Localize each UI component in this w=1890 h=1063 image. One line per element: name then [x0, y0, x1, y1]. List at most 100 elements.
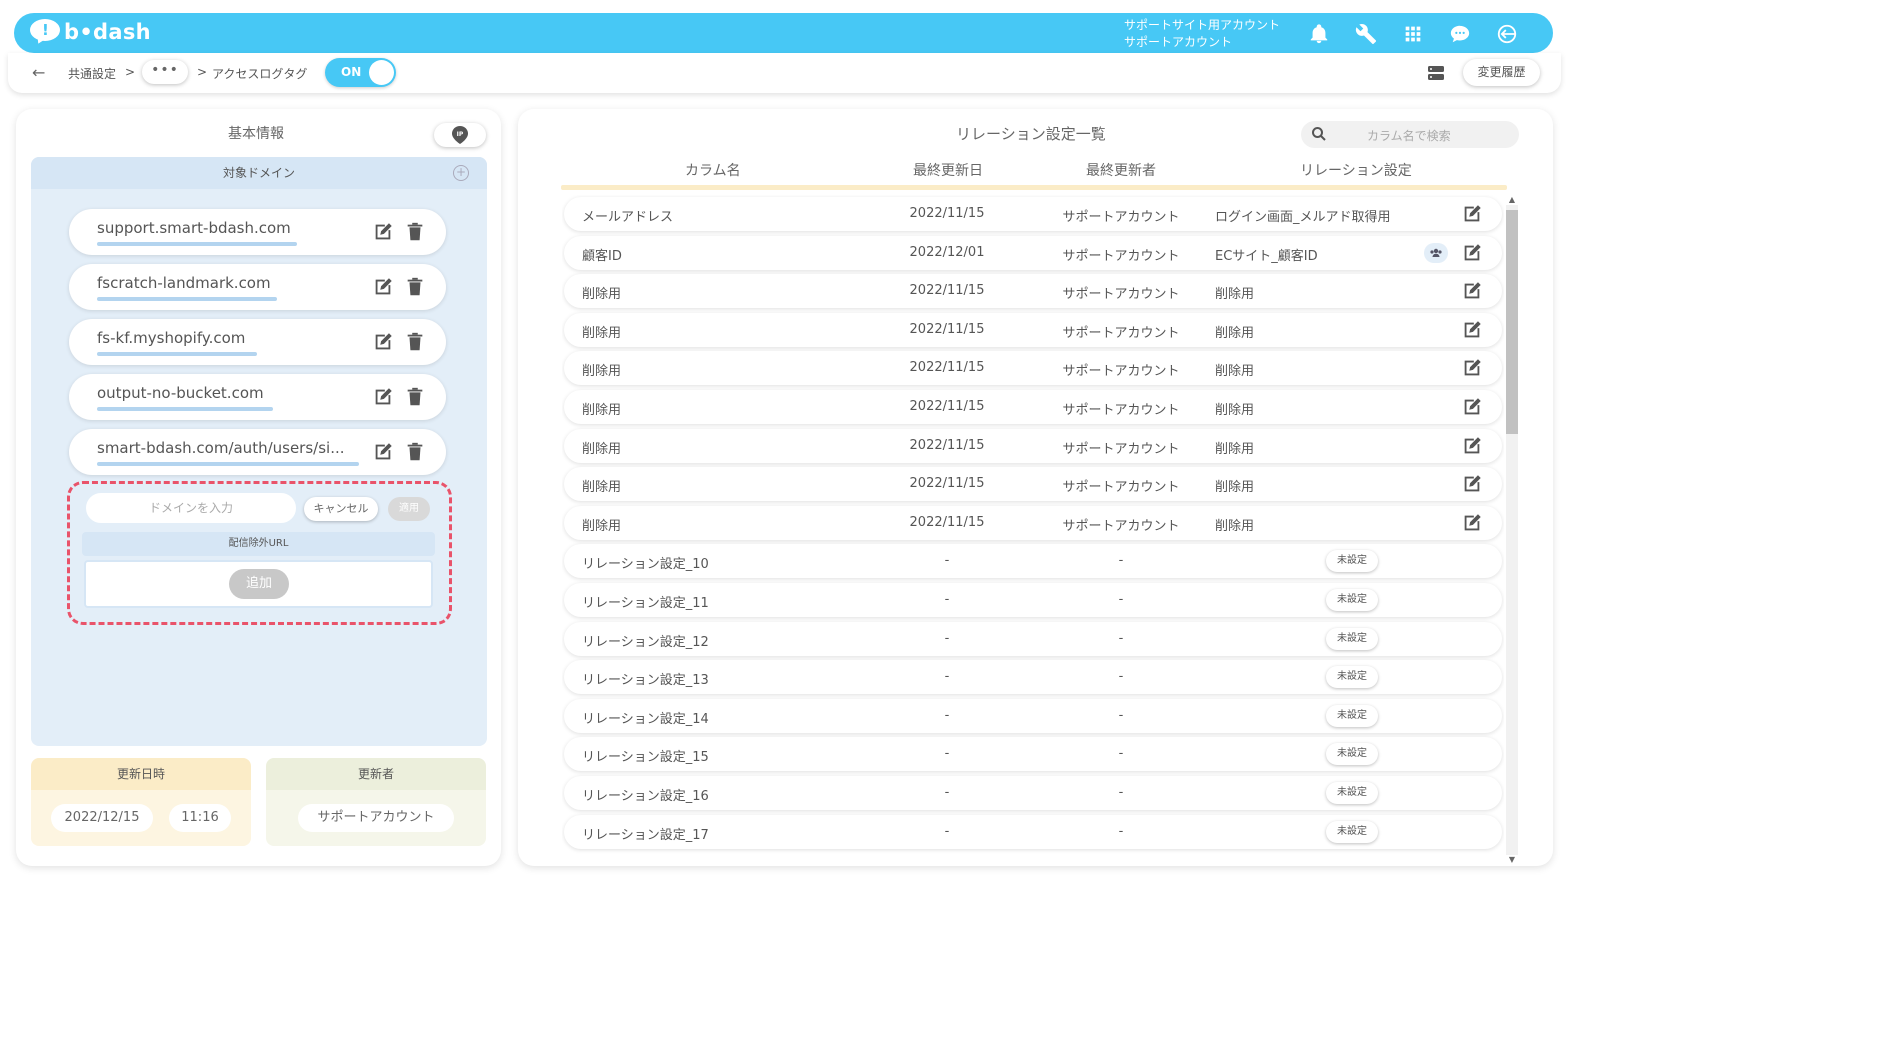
table-row[interactable]: 削除用 2022/11/15 サポートアカウント 削除用: [564, 505, 1502, 540]
unset-badge-button[interactable]: 未設定: [1326, 743, 1378, 766]
updated-by-cell: サポートアカウント: [1062, 325, 1180, 341]
column-search-input[interactable]: カラム名で検索: [1301, 121, 1519, 148]
table-row[interactable]: 削除用 2022/11/15 サポートアカウント 削除用: [564, 428, 1502, 463]
column-name-cell: リレーション設定_12: [582, 634, 709, 650]
edit-icon[interactable]: [372, 386, 394, 408]
table-row[interactable]: リレーション設定_13 - - 未設定: [564, 660, 1502, 695]
back-arrow-icon[interactable]: ←: [32, 63, 45, 82]
table-row[interactable]: リレーション設定_12 - - 未設定: [564, 621, 1502, 656]
updated-date-cell: -: [944, 592, 950, 607]
database-icon[interactable]: [1426, 63, 1446, 83]
wrench-icon[interactable]: [1353, 21, 1379, 47]
table-row[interactable]: リレーション設定_11 - - 未設定: [564, 583, 1502, 617]
trash-icon[interactable]: [404, 441, 426, 463]
app-logo[interactable]: ! b•dash: [30, 19, 151, 46]
column-name-cell: リレーション設定_11: [582, 596, 709, 611]
edit-icon[interactable]: [372, 221, 394, 243]
bell-icon[interactable]: [1306, 21, 1332, 47]
updated-by-cell: サポートアカウント: [1062, 518, 1180, 534]
edit-icon[interactable]: [1461, 396, 1483, 418]
domain-item: support.smart-bdash.com: [69, 209, 446, 255]
table-row[interactable]: 削除用 2022/11/15 サポートアカウント 削除用: [564, 312, 1502, 347]
edit-icon[interactable]: [1461, 357, 1483, 379]
updated-date-cell: 2022/11/15: [909, 283, 985, 299]
column-header-name[interactable]: カラム名: [685, 160, 741, 180]
unset-badge-button[interactable]: 未設定: [1326, 550, 1378, 573]
breadcrumb-more-button[interactable]: •••: [142, 60, 188, 84]
updated-by-cell: サポートアカウント: [1062, 480, 1180, 496]
scrollbar-thumb[interactable]: [1506, 210, 1518, 434]
updater-name: サポートアカウント: [298, 804, 454, 832]
column-name-cell: リレーション設定_14: [582, 711, 709, 727]
table-row[interactable]: 顧客ID 2022/12/01 サポートアカウント ECサイト_顧客ID: [564, 235, 1502, 270]
updated-by-cell: -: [1118, 823, 1124, 839]
edit-icon[interactable]: [1461, 280, 1483, 302]
edit-icon[interactable]: [1461, 435, 1483, 457]
unset-badge-button[interactable]: 未設定: [1326, 782, 1378, 804]
table-row[interactable]: リレーション設定_14 - - 未設定: [564, 698, 1502, 733]
table-scrollbar[interactable]: ▲ ▼: [1504, 195, 1520, 866]
domain-input[interactable]: ドメインを入力: [85, 492, 297, 524]
edit-icon[interactable]: [1461, 512, 1483, 534]
unset-badge-button[interactable]: 未設定: [1326, 704, 1378, 727]
add-domain-icon[interactable]: +: [453, 165, 469, 181]
breadcrumb-current-page: アクセスログタグ: [212, 67, 308, 81]
change-history-button[interactable]: 変更履歴: [1463, 59, 1540, 86]
table-row[interactable]: 削除用 2022/11/15 サポートアカウント 削除用: [564, 351, 1502, 386]
unset-badge-button[interactable]: 未設定: [1326, 666, 1378, 689]
domain-item: output-no-bucket.com: [69, 374, 446, 420]
relation-cell: 削除用: [1215, 480, 1255, 496]
logout-icon[interactable]: [1494, 21, 1520, 47]
trash-icon[interactable]: [404, 386, 426, 408]
column-name-cell: リレーション設定_15: [582, 750, 709, 766]
table-row[interactable]: リレーション設定_16 - - 未設定: [564, 776, 1502, 810]
grid-icon[interactable]: [1400, 21, 1426, 47]
edit-icon[interactable]: [1461, 473, 1483, 495]
table-row[interactable]: リレーション設定_10 - - 未設定: [564, 544, 1502, 579]
edit-icon[interactable]: [372, 441, 394, 463]
cancel-button[interactable]: キャンセル: [304, 497, 378, 521]
add-exclude-url-button[interactable]: 追加: [229, 569, 289, 599]
edit-icon[interactable]: [372, 331, 394, 353]
edit-icon[interactable]: [1461, 203, 1483, 225]
edit-icon[interactable]: [1461, 242, 1483, 264]
column-header-updated-by[interactable]: 最終更新者: [1086, 160, 1156, 180]
unset-badge-button[interactable]: 未設定: [1326, 820, 1378, 843]
trash-icon[interactable]: [404, 221, 426, 243]
account-info[interactable]: サポートサイト用アカウント サポートアカウント: [1124, 17, 1280, 51]
table-row[interactable]: メールアドレス 2022/11/15 サポートアカウント ログイン画面_メルアド取得用: [564, 197, 1502, 231]
column-header-relation[interactable]: リレーション設定: [1300, 160, 1412, 180]
apply-button[interactable]: 適用: [388, 497, 430, 521]
edit-icon[interactable]: [372, 276, 394, 298]
trash-icon[interactable]: [404, 331, 426, 353]
updated-time: 11:16: [169, 804, 231, 832]
support-chat-icon[interactable]: [1447, 21, 1473, 47]
exclude-url-header: 配信除外URL: [82, 532, 435, 556]
scroll-down-icon[interactable]: ▼: [1507, 855, 1517, 864]
scroll-up-icon[interactable]: ▲: [1507, 195, 1517, 204]
trash-icon[interactable]: [404, 276, 426, 298]
column-header-updated-date[interactable]: 最終更新日: [913, 160, 983, 180]
updated-at-header: 更新日時: [31, 758, 251, 790]
edit-icon[interactable]: [1461, 319, 1483, 341]
ip-pin-icon: IP: [452, 126, 468, 144]
unset-badge-button[interactable]: 未設定: [1326, 589, 1378, 611]
tag-status-toggle[interactable]: ON: [325, 58, 396, 87]
table-row[interactable]: 削除用 2022/11/15 サポートアカウント 削除用: [564, 274, 1502, 309]
relation-table-body: メールアドレス 2022/11/15 サポートアカウント ログイン画面_メルアド取得用…: [562, 195, 1504, 866]
updated-date-cell: -: [944, 553, 950, 569]
table-row[interactable]: リレーション設定_15 - - 未設定: [564, 737, 1502, 772]
account-name: サポートアカウント: [1124, 35, 1233, 49]
column-name-cell: メールアドレス: [582, 210, 674, 225]
table-row[interactable]: 削除用 2022/11/15 サポートアカウント 削除用: [564, 390, 1502, 424]
group-icon[interactable]: [1424, 242, 1448, 263]
unset-badge-button[interactable]: 未設定: [1326, 627, 1378, 650]
relation-cell: ログイン画面_メルアド取得用: [1215, 210, 1391, 225]
breadcrumb-common-settings[interactable]: 共通設定: [68, 65, 116, 82]
table-row[interactable]: 削除用 2022/11/15 サポートアカウント 削除用: [564, 467, 1502, 502]
target-domain-section: 対象ドメイン + support.smart-bdash.com fscratc…: [31, 157, 487, 746]
ip-settings-button[interactable]: IP: [434, 123, 486, 147]
breadcrumb-separator: >: [197, 65, 208, 79]
updated-date-cell: -: [944, 823, 950, 839]
table-row[interactable]: リレーション設定_17 - - 未設定: [564, 814, 1502, 849]
